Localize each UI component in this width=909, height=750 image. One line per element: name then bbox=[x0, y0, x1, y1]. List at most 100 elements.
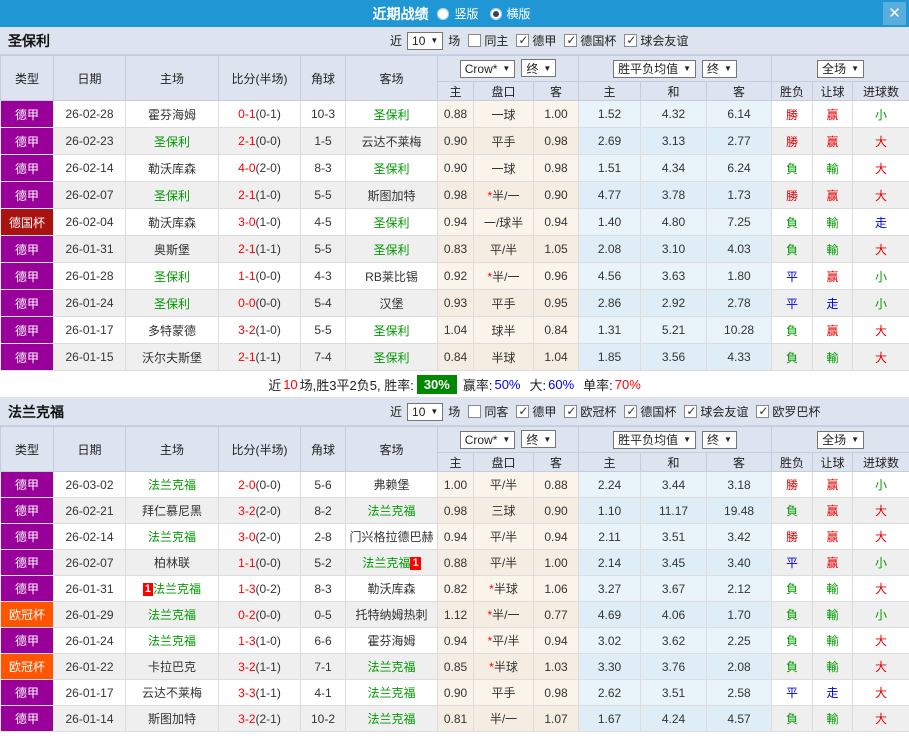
handicap-away-odds: 0.90 bbox=[532, 181, 580, 209]
handicap-source-dropdown[interactable]: Crow* ▼ bbox=[459, 59, 516, 78]
team-name: 圣保利 bbox=[153, 188, 190, 203]
half-time-score: (1-0) bbox=[255, 323, 281, 337]
handicap-source-dropdown[interactable]: Crow* ▼ bbox=[459, 430, 516, 449]
result-goals-over-under: 小 bbox=[852, 549, 909, 576]
same-venue-label[interactable]: 同主 bbox=[484, 32, 508, 49]
handicap-line: 半球 bbox=[473, 343, 534, 371]
sub-column-header: 主 bbox=[437, 452, 474, 472]
team-name: 卡拉巴克 bbox=[147, 660, 196, 674]
big-rate-value: 60% bbox=[548, 376, 575, 392]
team-name: 拜仁慕尼黑 bbox=[141, 504, 202, 518]
full-time-score: 4-0 bbox=[238, 161, 256, 175]
close-button[interactable]: ✕ bbox=[883, 2, 906, 25]
handicap-line-text: 平/半 bbox=[489, 556, 518, 570]
sub-column-header: 盘口 bbox=[473, 452, 534, 472]
league-checkbox-label-0[interactable]: 德甲 bbox=[532, 403, 556, 420]
europe-draw-odds: 4.34 bbox=[640, 154, 708, 182]
result-goals-over-under: 大 bbox=[852, 343, 909, 371]
radio-vertical-label[interactable]: 竖版 bbox=[454, 5, 478, 22]
team-name: 托特纳姆热刺 bbox=[355, 608, 428, 622]
europe-source-dropdown[interactable]: 胜平负均值 ▼ bbox=[613, 59, 697, 78]
result-header-group: 全场 ▼ bbox=[771, 426, 909, 453]
result-goals-over-under: 大 bbox=[852, 653, 909, 680]
match-count-dropdown-value: 10 bbox=[412, 404, 426, 419]
result-handicap: 赢 bbox=[812, 497, 854, 524]
column-header: 角球 bbox=[300, 55, 346, 101]
league-checkbox-label-2[interactable]: 球会友谊 bbox=[640, 32, 688, 49]
handicap-final-dropdown-value: 终 bbox=[526, 432, 539, 447]
league-checkbox-label-1[interactable]: 欧冠杯 bbox=[580, 403, 616, 420]
league-checkbox-label-2[interactable]: 德国杯 bbox=[640, 403, 676, 420]
same-venue-label[interactable]: 同客 bbox=[484, 403, 508, 420]
league-badge: 德国杯 bbox=[0, 208, 54, 236]
sub-column-header: 客 bbox=[706, 81, 773, 101]
handicap-final-dropdown[interactable]: 终 ▼ bbox=[521, 59, 557, 78]
handicap-line-text: 一/球半 bbox=[483, 215, 524, 230]
europe-final-dropdown[interactable]: 终 ▼ bbox=[702, 430, 737, 449]
match-row: 德国杯 26-02-04 勒沃库森 3-0(1-0) 4-5 圣保利 0.94 一/球半 0.9… bbox=[0, 208, 909, 236]
same-venue-checkbox[interactable] bbox=[468, 405, 482, 418]
match-date: 26-01-17 bbox=[53, 679, 126, 706]
same-venue-checkbox[interactable] bbox=[468, 34, 482, 47]
result-handicap: 輸 bbox=[812, 653, 854, 680]
column-header: 类型 bbox=[0, 426, 54, 472]
sub-column-header: 主 bbox=[578, 452, 642, 472]
match-date: 26-01-17 bbox=[53, 316, 126, 344]
league-checkbox-2[interactable] bbox=[624, 404, 638, 418]
team-name: 圣保利 bbox=[153, 134, 190, 149]
radio-horizontal-label[interactable]: 横版 bbox=[507, 5, 531, 22]
result-win-draw-lose: 平 bbox=[771, 262, 814, 290]
match-score: 4-0(2-0) bbox=[218, 154, 301, 182]
result-win-draw-lose: 負 bbox=[771, 235, 814, 263]
section-stpauli: 圣保利 近10▼场同主德甲德国杯球会友谊 类型日期主场比分(半场)角球客场Cro… bbox=[0, 27, 909, 398]
radio-vertical-mode[interactable] bbox=[437, 7, 450, 20]
corner-score: 10-2 bbox=[300, 705, 346, 732]
scope-dropdown[interactable]: 全场 ▼ bbox=[817, 430, 865, 449]
league-checkbox-label-4[interactable]: 欧罗巴杯 bbox=[772, 403, 820, 420]
league-checkbox-3[interactable] bbox=[684, 404, 698, 418]
league-checkbox-1[interactable] bbox=[564, 404, 578, 418]
sub-column-header: 盘口 bbox=[473, 81, 534, 101]
result-goals-over-under: 大 bbox=[852, 235, 909, 263]
europe-home-odds: 1.31 bbox=[578, 316, 642, 344]
handicap-line-text: 半/一 bbox=[489, 712, 518, 726]
handicap-home-odds: 0.94 bbox=[437, 627, 474, 654]
europe-home-odds: 1.85 bbox=[578, 343, 642, 371]
full-time-score: 0-0 bbox=[238, 296, 256, 310]
europe-source-dropdown[interactable]: 胜平负均值 ▼ bbox=[613, 430, 697, 449]
europe-final-dropdown[interactable]: 终 ▼ bbox=[702, 59, 737, 78]
result-handicap: 輸 bbox=[812, 154, 854, 182]
home-team: 柏林联 bbox=[125, 549, 219, 576]
full-time-score: 0-2 bbox=[238, 607, 256, 622]
league-badge: 德甲 bbox=[0, 549, 54, 576]
half-time-score: (1-0) bbox=[255, 633, 281, 648]
europe-draw-odds: 4.32 bbox=[640, 100, 708, 128]
sub-column-header: 客 bbox=[532, 452, 580, 472]
league-checkbox-2[interactable] bbox=[624, 33, 638, 47]
league-checkbox-1[interactable] bbox=[564, 33, 578, 47]
league-checkbox-label-0[interactable]: 德甲 bbox=[532, 32, 556, 49]
home-team: 沃尔夫斯堡 bbox=[125, 343, 219, 371]
match-count-dropdown[interactable]: 10 ▼ bbox=[407, 31, 444, 50]
match-score: 0-0(0-0) bbox=[218, 289, 301, 317]
league-checkbox-4[interactable] bbox=[756, 404, 770, 418]
full-time-score: 2-1 bbox=[238, 188, 256, 202]
team-name: 圣保利 bbox=[373, 350, 410, 365]
europe-away-odds: 3.18 bbox=[706, 471, 773, 498]
league-checkbox-0[interactable] bbox=[516, 33, 530, 47]
radio-horizontal-mode[interactable] bbox=[489, 7, 502, 20]
handicap-away-odds: 0.96 bbox=[532, 262, 580, 290]
result-goals-over-under: 大 bbox=[852, 127, 909, 155]
handicap-line: *平/半 bbox=[473, 627, 534, 654]
league-checkbox-label-3[interactable]: 球会友谊 bbox=[700, 403, 748, 420]
result-win-draw-lose: 勝 bbox=[771, 523, 814, 550]
scope-dropdown[interactable]: 全场 ▼ bbox=[817, 59, 865, 78]
match-count-dropdown[interactable]: 10 ▼ bbox=[407, 402, 444, 421]
scope-dropdown-value: 全场 bbox=[822, 433, 847, 447]
league-checkbox-label-1[interactable]: 德国杯 bbox=[580, 32, 616, 49]
team-name: 柏林联 bbox=[153, 556, 190, 570]
league-checkbox-0[interactable] bbox=[516, 404, 530, 418]
europe-away-odds: 1.70 bbox=[706, 601, 773, 628]
league-badge: 德甲 bbox=[0, 316, 54, 344]
handicap-final-dropdown[interactable]: 终 ▼ bbox=[521, 430, 557, 449]
